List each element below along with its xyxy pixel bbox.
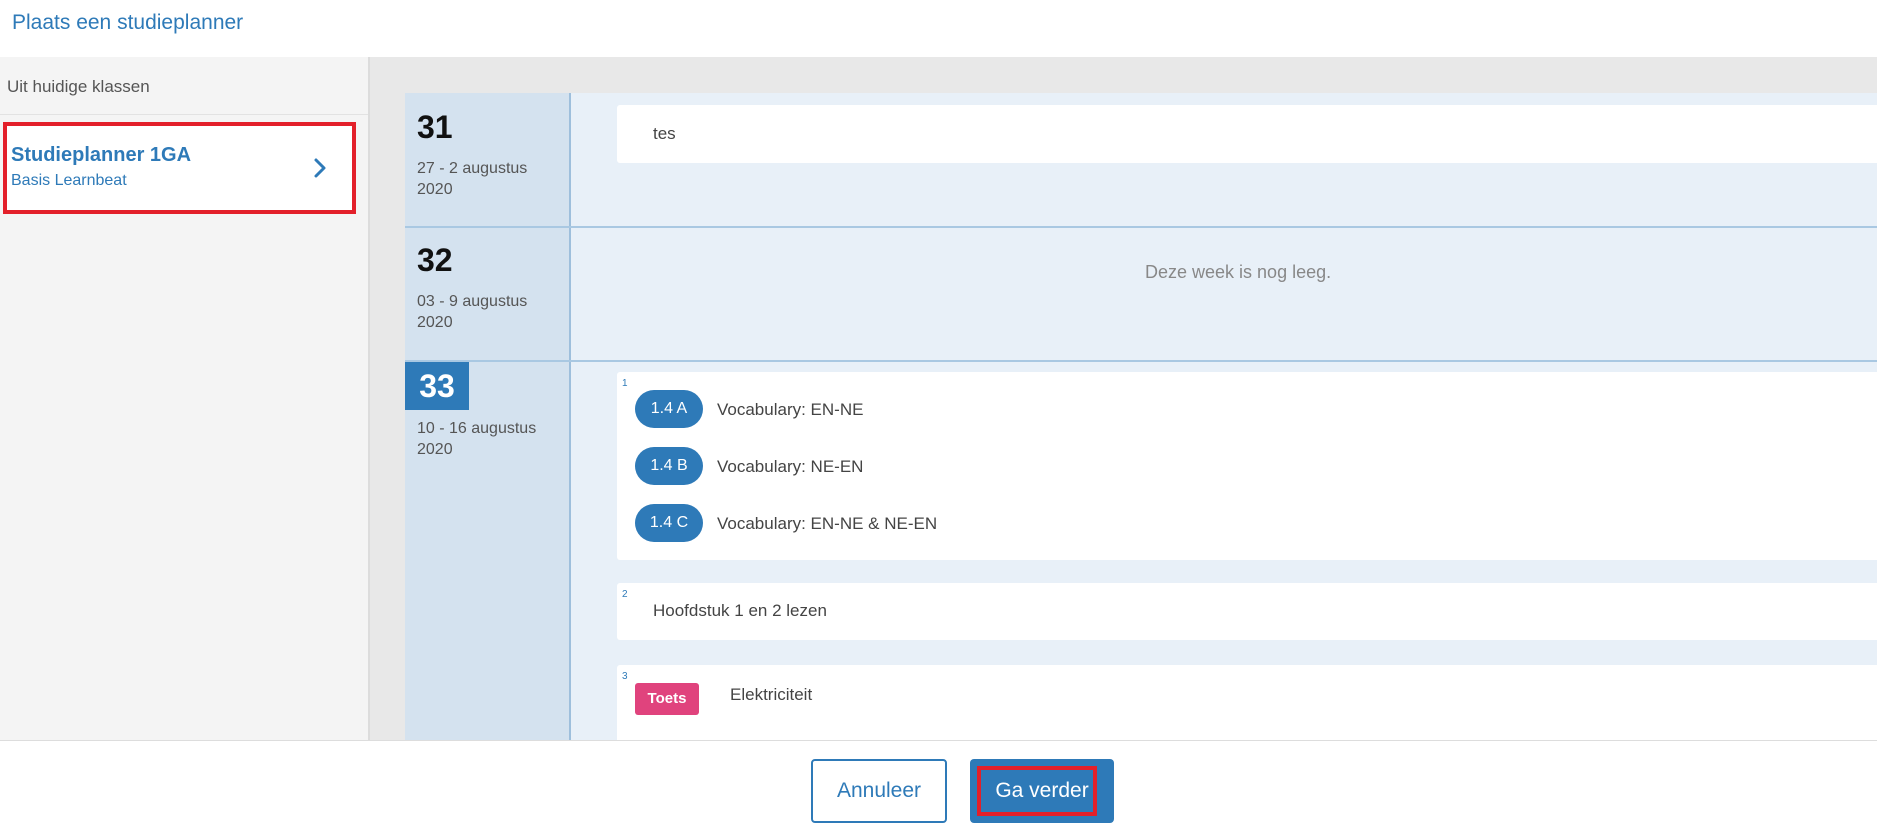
item-text: Hoofdstuk 1 en 2 lezen <box>653 601 827 620</box>
item-text: Elektriciteit <box>730 685 813 704</box>
empty-week-message: Deze week is nog leeg. <box>1145 262 1332 282</box>
cancel-button[interactable]: Annuleer <box>811 759 947 823</box>
planner-title: Studieplanner 1GA <box>11 144 192 166</box>
toets-badge: Toets <box>635 683 699 715</box>
item-index: 3 <box>622 671 628 682</box>
week-number-active: 33 <box>405 362 469 410</box>
continue-button-label: Ga verder <box>995 779 1089 802</box>
lesson-label: Vocabulary: EN-NE & NE-EN <box>717 514 938 533</box>
week-date-range: 27 - 2 augustus 2020 <box>417 160 528 198</box>
sidebar-divider <box>0 114 368 115</box>
week-item[interactable]: 2 Hoofdstuk 1 en 2 lezen <box>617 583 1877 640</box>
dialog-header: Plaats een studieplanner <box>0 0 1877 57</box>
item-text: tes <box>653 124 676 143</box>
week-date-range: 10 - 16 augustus 2020 <box>417 420 537 458</box>
lesson-label: Vocabulary: EN-NE <box>717 400 864 419</box>
item-index: 2 <box>622 589 628 600</box>
week-item-lessons[interactable]: 1 1.4 A Vocabulary: EN-NE 1.4 B Vocabula… <box>617 372 1877 560</box>
item-index: 1 <box>622 378 628 389</box>
lesson-tag[interactable]: 1.4 A <box>635 390 703 428</box>
lesson-label: Vocabulary: NE-EN <box>717 457 864 476</box>
planner-subtitle: Basis Learnbeat <box>11 172 127 189</box>
week-item-test[interactable]: 3 Toets Elektriciteit <box>617 665 1877 740</box>
chevron-right-icon <box>314 158 326 178</box>
continue-button[interactable]: Ga verder <box>970 759 1114 823</box>
week-number: 31 <box>417 109 453 145</box>
week-33: 33 10 - 16 augustus 2020 1 1.4 A Vocabul… <box>405 362 1877 740</box>
week-item[interactable]: tes <box>617 105 1877 163</box>
lesson-tag[interactable]: 1.4 B <box>635 447 703 485</box>
class-sidebar: Uit huidige klassen Studieplanner 1GA Ba… <box>0 57 370 740</box>
week-number: 32 <box>417 242 453 278</box>
lesson-tag[interactable]: 1.4 C <box>635 504 703 542</box>
week-32: 32 03 - 9 augustus 2020 Deze week is nog… <box>405 228 1877 360</box>
planner-preview[interactable]: 31 27 - 2 augustus 2020 tes 32 03 - 9 au… <box>370 57 1877 740</box>
dialog-footer: Annuleer Ga verder <box>0 740 1877 835</box>
sidebar-heading: Uit huidige klassen <box>7 77 150 96</box>
dialog-title: Plaats een studieplanner <box>12 11 244 34</box>
week-date-range: 03 - 9 augustus 2020 <box>417 293 528 331</box>
week-31: 31 27 - 2 augustus 2020 tes <box>405 93 1877 226</box>
sidebar-item-studieplanner-1ga[interactable]: Studieplanner 1GA Basis Learnbeat <box>3 122 356 214</box>
